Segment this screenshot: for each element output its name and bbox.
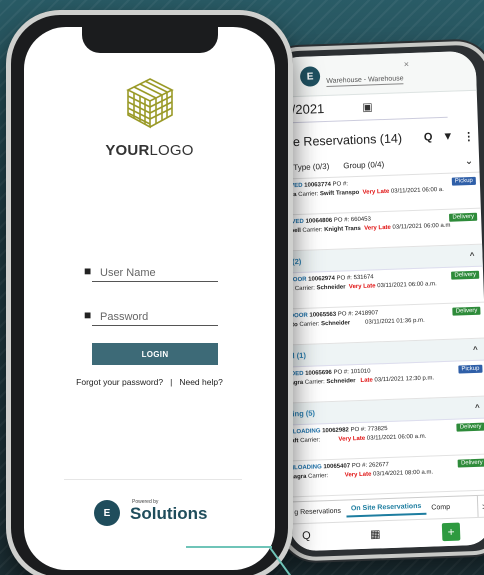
card-number: 10062974 [308, 275, 336, 283]
filter-type[interactable]: Type (0/3) [293, 162, 329, 172]
username-placeholder: User Name [100, 266, 156, 279]
reservations-title: Site Reservations (14) [278, 131, 403, 150]
card-type-badge: Delivery [456, 422, 484, 432]
login-button[interactable]: LOGIN [92, 343, 218, 365]
card-date: 03/11/2021 06:00 a. [390, 186, 444, 195]
card-late-status: Late [360, 377, 373, 384]
reservation-card[interactable]: RRIVED 10064806 PO #: 660453 mpbell Carr… [278, 208, 483, 252]
filter-icon[interactable]: ▼ [442, 130, 453, 143]
filter-group[interactable]: Group (0/4) [343, 160, 384, 170]
card-date: 03/11/2021 06:00 a.m [392, 222, 451, 231]
need-help-link[interactable]: Need help? [179, 377, 222, 387]
card-po: PO #: 262677 [351, 462, 389, 470]
card-date: 03/14/2021 08:00 a.m. [373, 469, 434, 478]
card-carrier: Schneider [326, 378, 356, 386]
more-icon[interactable]: ⋮ [463, 129, 474, 142]
card-type-badge: Delivery [457, 458, 484, 468]
card-type-badge: Delivery [451, 270, 480, 280]
card-late-status: Very Late [348, 283, 376, 291]
app-logo-icon: E [299, 66, 321, 87]
card-late-status: Very Late [338, 435, 366, 443]
logo-light: LOGO [149, 142, 194, 159]
tab-on-site-reservations[interactable]: On Site Reservations [345, 502, 427, 518]
chevron-up-icon[interactable]: ^ [475, 403, 480, 412]
card-late-status: Very Late [344, 471, 372, 479]
card-carrier-label: Carrier: [307, 473, 329, 480]
card-carrier-label: Carrier: [300, 437, 321, 445]
logo-bold: YOUR [105, 142, 150, 159]
chevron-up-icon[interactable]: ^ [470, 251, 475, 260]
close-icon[interactable]: × [404, 59, 410, 69]
back-phone: ☰ E Warehouse - Warehouse × 10/2021 ▣ Si… [261, 38, 484, 564]
chevron-up-icon[interactable]: ^ [473, 345, 478, 354]
password-field[interactable]: ■ Password [84, 308, 218, 326]
card-number: 10065696 [305, 369, 332, 377]
card-date: 03/11/2021 12:30 p.m. [374, 375, 435, 384]
help-links: Forgot your password? | Need help? [24, 377, 275, 387]
reservation-card[interactable]: T DOOR 10065563 PO #: 2418907 puto Carri… [282, 302, 484, 346]
card-carrier: Schneider [321, 320, 351, 328]
callout-line [186, 546, 272, 548]
link-separator: | [170, 377, 173, 387]
card-type-badge: Pickup [451, 176, 476, 186]
tab-upcoming-reservations[interactable]: g Reservations [289, 508, 346, 517]
username-field[interactable]: ■ User Name [84, 264, 218, 282]
card-po: PO #: 660453 [333, 216, 372, 224]
card-carrier-label: Carrier: [298, 191, 319, 198]
card-number: 10062982 [322, 427, 349, 435]
card-status: NLOADING [289, 464, 322, 472]
card-number: 10063774 [304, 181, 332, 189]
card-carrier-label: Carrier: [299, 321, 320, 329]
card-late-status: Very Late [362, 188, 390, 196]
reservation-card[interactable]: ADED 10065696 PO #: 101010 nagra Carrier… [284, 360, 484, 404]
search-icon[interactable]: Q [424, 131, 433, 144]
card-date: 03/11/2021 01:36 p.m. [365, 317, 425, 326]
chevron-right-icon[interactable]: > [476, 495, 484, 518]
card-status: NLOADING [288, 428, 321, 436]
card-date: 03/11/2021 06:00 a.m. [377, 281, 437, 290]
grid-icon[interactable]: ▦ [370, 527, 381, 540]
card-type-badge: Delivery [449, 212, 478, 222]
card-number: 10065563 [309, 311, 337, 319]
forgot-password-link[interactable]: Forgot your password? [76, 377, 163, 387]
chevron-down-icon[interactable]: ⌄ [465, 156, 474, 167]
search-icon[interactable]: Q [302, 530, 311, 542]
user-icon: ■ [84, 264, 92, 278]
solutions-logo-icon: E [94, 500, 120, 526]
card-po: PO #: [332, 181, 349, 188]
reservation-card[interactable]: NLOADING 10065407 PO #: 262677 nagra Car… [287, 454, 484, 498]
card-number: 10064806 [305, 217, 333, 225]
powered-by-logo: E Powered by Solutions [94, 499, 224, 527]
card-carrier-label: Carrier: [294, 285, 315, 293]
card-po: PO #: 531674 [336, 274, 374, 282]
app-top-bar: ☰ E Warehouse - Warehouse × [273, 50, 477, 98]
card-date: 03/11/2021 06:00 a.m. [366, 433, 427, 442]
warehouse-selector[interactable]: Warehouse - Warehouse [326, 75, 404, 87]
add-button[interactable]: + [441, 522, 461, 542]
password-placeholder: Password [100, 310, 149, 323]
card-carrier-label: Carrier: [302, 227, 323, 234]
front-phone: YOURLOGO ■ User Name ■ Password LOGIN Fo… [6, 10, 293, 575]
card-carrier: Swift Transpo [319, 189, 360, 198]
card-carrier: Knight Trans [324, 225, 361, 234]
reservations-screen: ☰ E Warehouse - Warehouse × 10/2021 ▣ Si… [273, 50, 484, 552]
card-carrier: Schneider [316, 284, 346, 292]
card-po: PO #: 773825 [350, 426, 388, 434]
card-po: PO #: 2418907 [337, 310, 379, 318]
logo-wordmark: YOURLOGO [24, 142, 275, 159]
card-po: PO #: 101010 [333, 368, 371, 376]
cube-logo-icon [126, 78, 174, 129]
calendar-icon[interactable]: ▣ [362, 100, 373, 113]
divider [64, 479, 242, 480]
brand-name: Solutions [130, 504, 208, 523]
phone-notch [82, 27, 218, 53]
lock-icon: ■ [84, 308, 92, 322]
login-screen: YOURLOGO ■ User Name ■ Password LOGIN Fo… [24, 27, 275, 570]
card-number: 10065407 [323, 463, 351, 471]
tab-completed[interactable]: Comp [426, 504, 455, 512]
card-carrier-label: Carrier: [304, 379, 325, 386]
card-type-badge: Delivery [452, 306, 481, 316]
card-late-status: Very Late [364, 224, 391, 232]
card-type-badge: Pickup [458, 364, 483, 374]
